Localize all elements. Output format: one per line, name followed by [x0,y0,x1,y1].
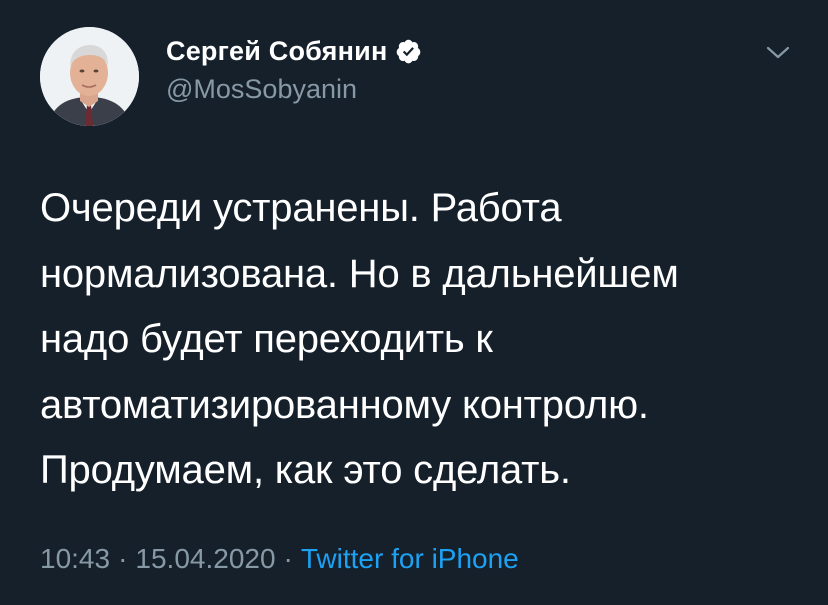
meta-separator: · [283,543,293,574]
portrait-avatar-icon [40,27,139,126]
tweet-text-line: автоматизированному контролю. [40,382,649,427]
author-handle[interactable]: @MosSobyanin [166,74,357,105]
verified-badge-icon [395,38,422,65]
author-display-name[interactable]: Сергей Собянин [166,36,387,67]
tweet-text-line: Очереди устранены. Работа [40,186,562,230]
avatar[interactable] [40,27,139,126]
tweet-meta: 10:43 · 15.04.2020 · Twitter for iPhone [40,543,519,575]
tweet-text-line: нормализована. Но в дальнейшем [40,251,679,296]
tweet-text-line: надо будет переходить к [40,317,493,361]
author-name-row: Сергей Собянин [166,32,422,70]
tweet-text-line: Продумаем, как это сделать. [40,448,571,492]
tweet-time[interactable]: 10:43 [40,543,110,574]
tweet-date[interactable]: 15.04.2020 [135,543,275,574]
meta-separator: · [118,543,128,574]
tweet-card: Сергей Собянин @MosSobyanin Очереди устр… [0,0,828,605]
chevron-down-icon [766,46,790,59]
tweet-menu-button[interactable] [764,38,792,66]
tweet-source-link[interactable]: Twitter for iPhone [301,543,519,574]
tweet-text: Очереди устранены. Работа нормализована.… [40,176,800,504]
